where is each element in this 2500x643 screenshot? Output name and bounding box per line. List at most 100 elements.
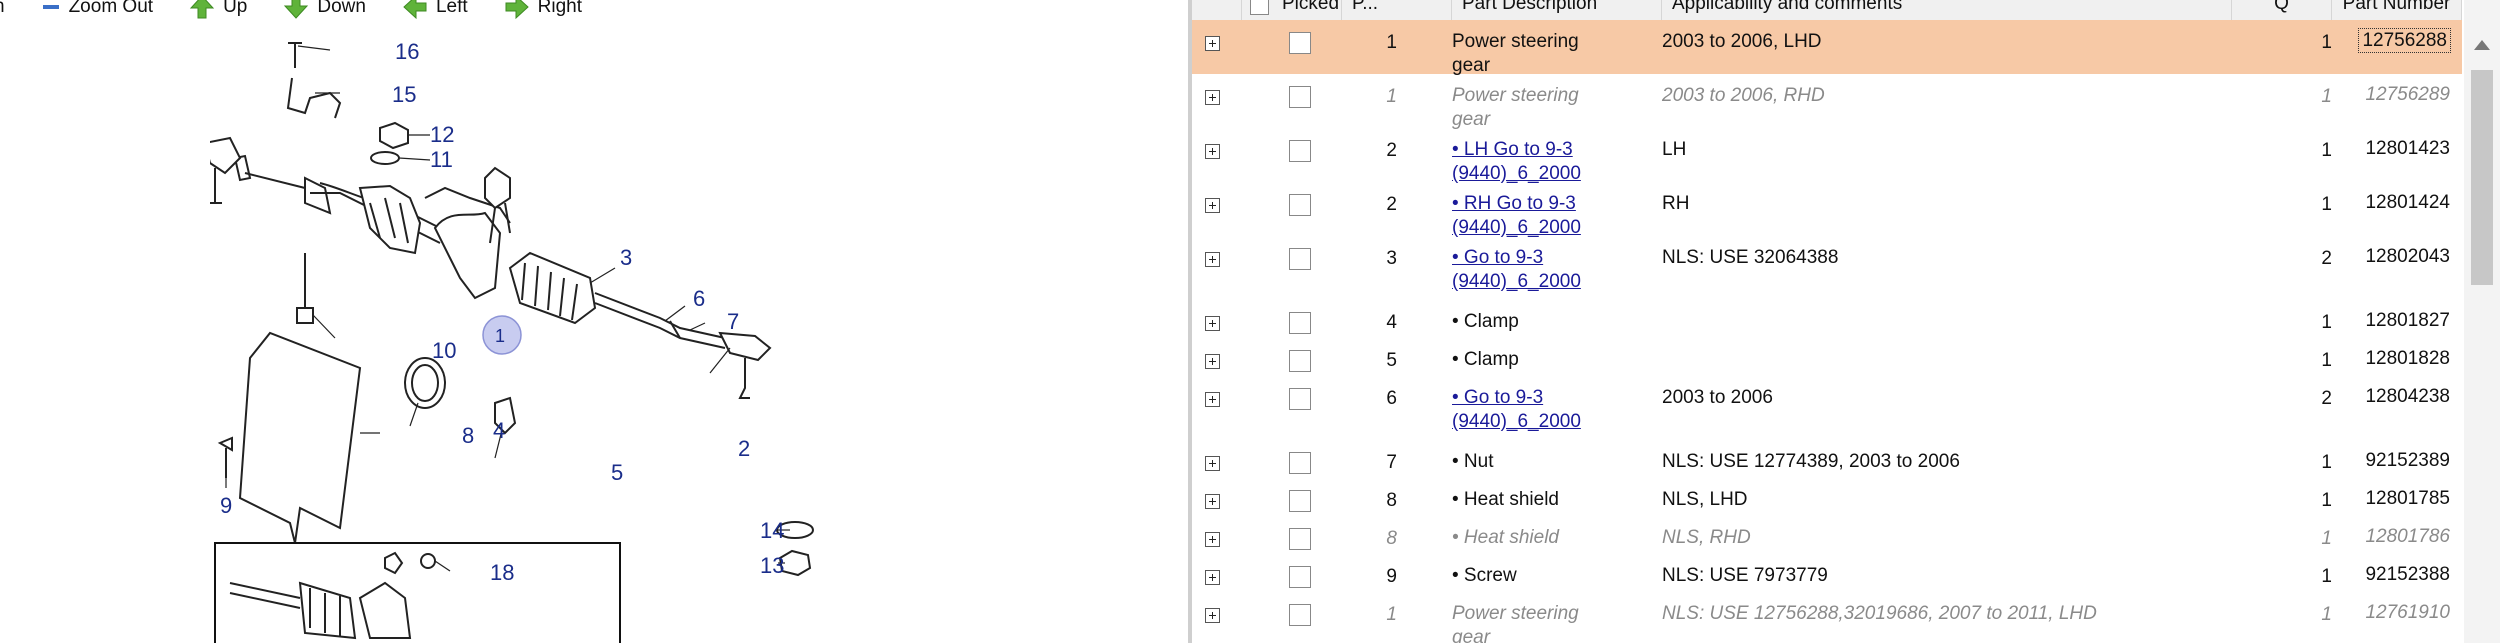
goto-assembly-link[interactable]: • LH Go to 9-3 (9440)_6_2000 (1452, 139, 1581, 184)
callout-1[interactable]: 1 (495, 326, 505, 346)
picked-checkbox[interactable] (1289, 140, 1311, 162)
expand-row-icon[interactable] (1205, 36, 1220, 51)
picked-checkbox[interactable] (1289, 604, 1311, 626)
header-description[interactable]: Part Description (1452, 0, 1662, 20)
picked-checkbox[interactable] (1289, 566, 1311, 588)
callout-4[interactable]: 4 (493, 418, 505, 443)
part-number-cell[interactable]: 12761910 (2342, 602, 2450, 624)
zoom-in-button[interactable]: h (0, 0, 5, 18)
table-row[interactable]: 1 Power steering gear NLS: USE 12756288,32… (1192, 592, 2462, 643)
part-number-cell[interactable]: 12756288 (2342, 28, 2451, 53)
callout-14[interactable]: 14 (760, 518, 784, 543)
part-number-value: 12801786 (2365, 526, 2450, 547)
part-number-cell[interactable]: 92152389 (2342, 450, 2450, 472)
picked-checkbox[interactable] (1289, 350, 1311, 372)
expand-row-icon[interactable] (1205, 198, 1220, 213)
power-steering-exploded-diagram[interactable]: 16 15 12 11 3 6 7 1 10 8 4 5 2 9 14 13 1… (210, 38, 875, 643)
expand-row-icon[interactable] (1205, 494, 1220, 509)
picked-checkbox[interactable] (1289, 194, 1311, 216)
position-cell: 3 (1386, 248, 1397, 269)
left-button[interactable]: Left (402, 0, 468, 20)
part-number-cell[interactable]: 12801785 (2342, 488, 2450, 510)
expand-row-icon[interactable] (1205, 532, 1220, 547)
callout-11[interactable]: 11 (430, 147, 453, 172)
table-row[interactable]: 1 Power steering gear 2003 to 2006, RHD 1 12… (1192, 74, 2462, 130)
left-label: Left (435, 0, 468, 17)
arrow-left-icon (403, 0, 427, 20)
expand-row-icon[interactable] (1205, 354, 1220, 369)
part-number-cell[interactable]: 92152388 (2342, 564, 2450, 586)
table-row[interactable]: 2 • LH Go to 9-3 (9440)_6_2000 LH 1 12801423 (1192, 128, 2462, 184)
table-row[interactable]: 6 • Go to 9-3 (9440)_6_2000 2003 to 2006 2 1… (1192, 376, 2462, 440)
scrollbar-thumb[interactable] (2471, 70, 2493, 285)
expand-row-icon[interactable] (1205, 456, 1220, 471)
picked-checkbox[interactable] (1289, 452, 1311, 474)
header-position[interactable]: P... (1342, 0, 1452, 20)
applicability-cell: 2003 to 2006, RHD (1662, 85, 1825, 106)
callout-5[interactable]: 5 (611, 460, 623, 485)
part-number-cell[interactable]: 12801828 (2342, 348, 2450, 370)
expand-row-icon[interactable] (1205, 90, 1220, 105)
up-button[interactable]: Up (189, 0, 247, 20)
table-row[interactable]: 8 • Heat shield NLS, LHD 1 12801785 (1192, 478, 2462, 516)
callout-12[interactable]: 12 (430, 122, 454, 147)
table-row[interactable]: 4 • Clamp 1 12801827 (1192, 300, 2462, 338)
expand-row-icon[interactable] (1205, 392, 1220, 407)
header-applicability[interactable]: Applicability and comments (1662, 0, 2232, 20)
picked-checkbox[interactable] (1289, 312, 1311, 334)
callout-18[interactable]: 18 (490, 560, 514, 585)
table-row[interactable]: 3 • Go to 9-3 (9440)_6_2000 NLS: USE 32064… (1192, 236, 2462, 300)
vertical-scrollbar[interactable] (2464, 0, 2500, 643)
goto-assembly-link[interactable]: • RH Go to 9-3 (9440)_6_2000 (1452, 193, 1581, 238)
goto-assembly-link[interactable]: • Go to 9-3 (9440)_6_2000 (1452, 247, 1581, 292)
part-number-cell[interactable]: 12801827 (2342, 310, 2450, 332)
table-row[interactable]: 9 • Screw NLS: USE 7973779 1 92152388 (1192, 554, 2462, 592)
part-number-cell[interactable]: 12801424 (2342, 192, 2450, 214)
header-part-number[interactable]: Part Number (2332, 0, 2462, 20)
expand-row-icon[interactable] (1205, 144, 1220, 159)
goto-assembly-link[interactable]: • Go to 9-3 (9440)_6_2000 (1452, 387, 1581, 432)
select-all-checkbox[interactable] (1250, 0, 1269, 15)
picked-checkbox[interactable] (1289, 32, 1311, 54)
callout-8[interactable]: 8 (462, 423, 474, 448)
callout-2[interactable]: 2 (738, 436, 750, 461)
callout-16[interactable]: 16 (395, 39, 419, 64)
callout-13[interactable]: 13 (760, 553, 784, 578)
callout-15[interactable]: 15 (392, 82, 416, 107)
table-row[interactable]: 5 • Clamp 1 12801828 (1192, 338, 2462, 376)
zoom-out-label: Zoom Out (68, 0, 154, 17)
parts-table-header: Picked P... Part Description Applicabili… (1192, 0, 2462, 21)
part-number-cell[interactable]: 12802043 (2342, 246, 2450, 268)
right-button[interactable]: Right (504, 0, 582, 20)
picked-checkbox[interactable] (1289, 490, 1311, 512)
picked-checkbox[interactable] (1289, 528, 1311, 550)
callout-9[interactable]: 9 (220, 493, 232, 518)
callout-6[interactable]: 6 (693, 286, 705, 311)
callout-3[interactable]: 3 (620, 245, 632, 270)
table-row[interactable]: 7 • Nut NLS: USE 12774389, 2003 to 2006 1 92… (1192, 440, 2462, 478)
down-button[interactable]: Down (283, 0, 366, 20)
expand-row-icon[interactable] (1205, 316, 1220, 331)
part-number-cell[interactable]: 12756289 (2342, 84, 2450, 106)
expand-row-icon[interactable] (1205, 252, 1220, 267)
part-number-cell[interactable]: 12801423 (2342, 138, 2450, 160)
expand-row-icon[interactable] (1205, 608, 1220, 623)
description-cell: • Go to 9-3 (9440)_6_2000 (1452, 246, 1612, 294)
part-number-cell[interactable]: 12804238 (2342, 386, 2450, 408)
expand-row-icon[interactable] (1205, 570, 1220, 585)
part-number-cell[interactable]: 12801786 (2342, 526, 2450, 548)
header-picked[interactable]: Picked (1242, 0, 1342, 20)
callout-7[interactable]: 7 (727, 309, 739, 334)
table-row[interactable]: 1 Power steering gear 2003 to 2006, LHD 1 12… (1192, 20, 2462, 76)
table-row[interactable]: 8 • Heat shield NLS, RHD 1 12801786 (1192, 516, 2462, 554)
picked-checkbox[interactable] (1289, 248, 1311, 270)
description-cell: Power steering gear (1452, 603, 1579, 643)
picked-checkbox[interactable] (1289, 86, 1311, 108)
callout-10[interactable]: 10 (432, 338, 456, 363)
position-cell: 8 (1386, 490, 1397, 511)
header-qty[interactable]: Q (2232, 0, 2332, 20)
picked-checkbox[interactable] (1289, 388, 1311, 410)
table-row[interactable]: 2 • RH Go to 9-3 (9440)_6_2000 RH 1 12801424 (1192, 182, 2462, 238)
scroll-up-icon[interactable] (2474, 40, 2490, 50)
zoom-out-button[interactable]: Zoom Out (41, 0, 153, 18)
